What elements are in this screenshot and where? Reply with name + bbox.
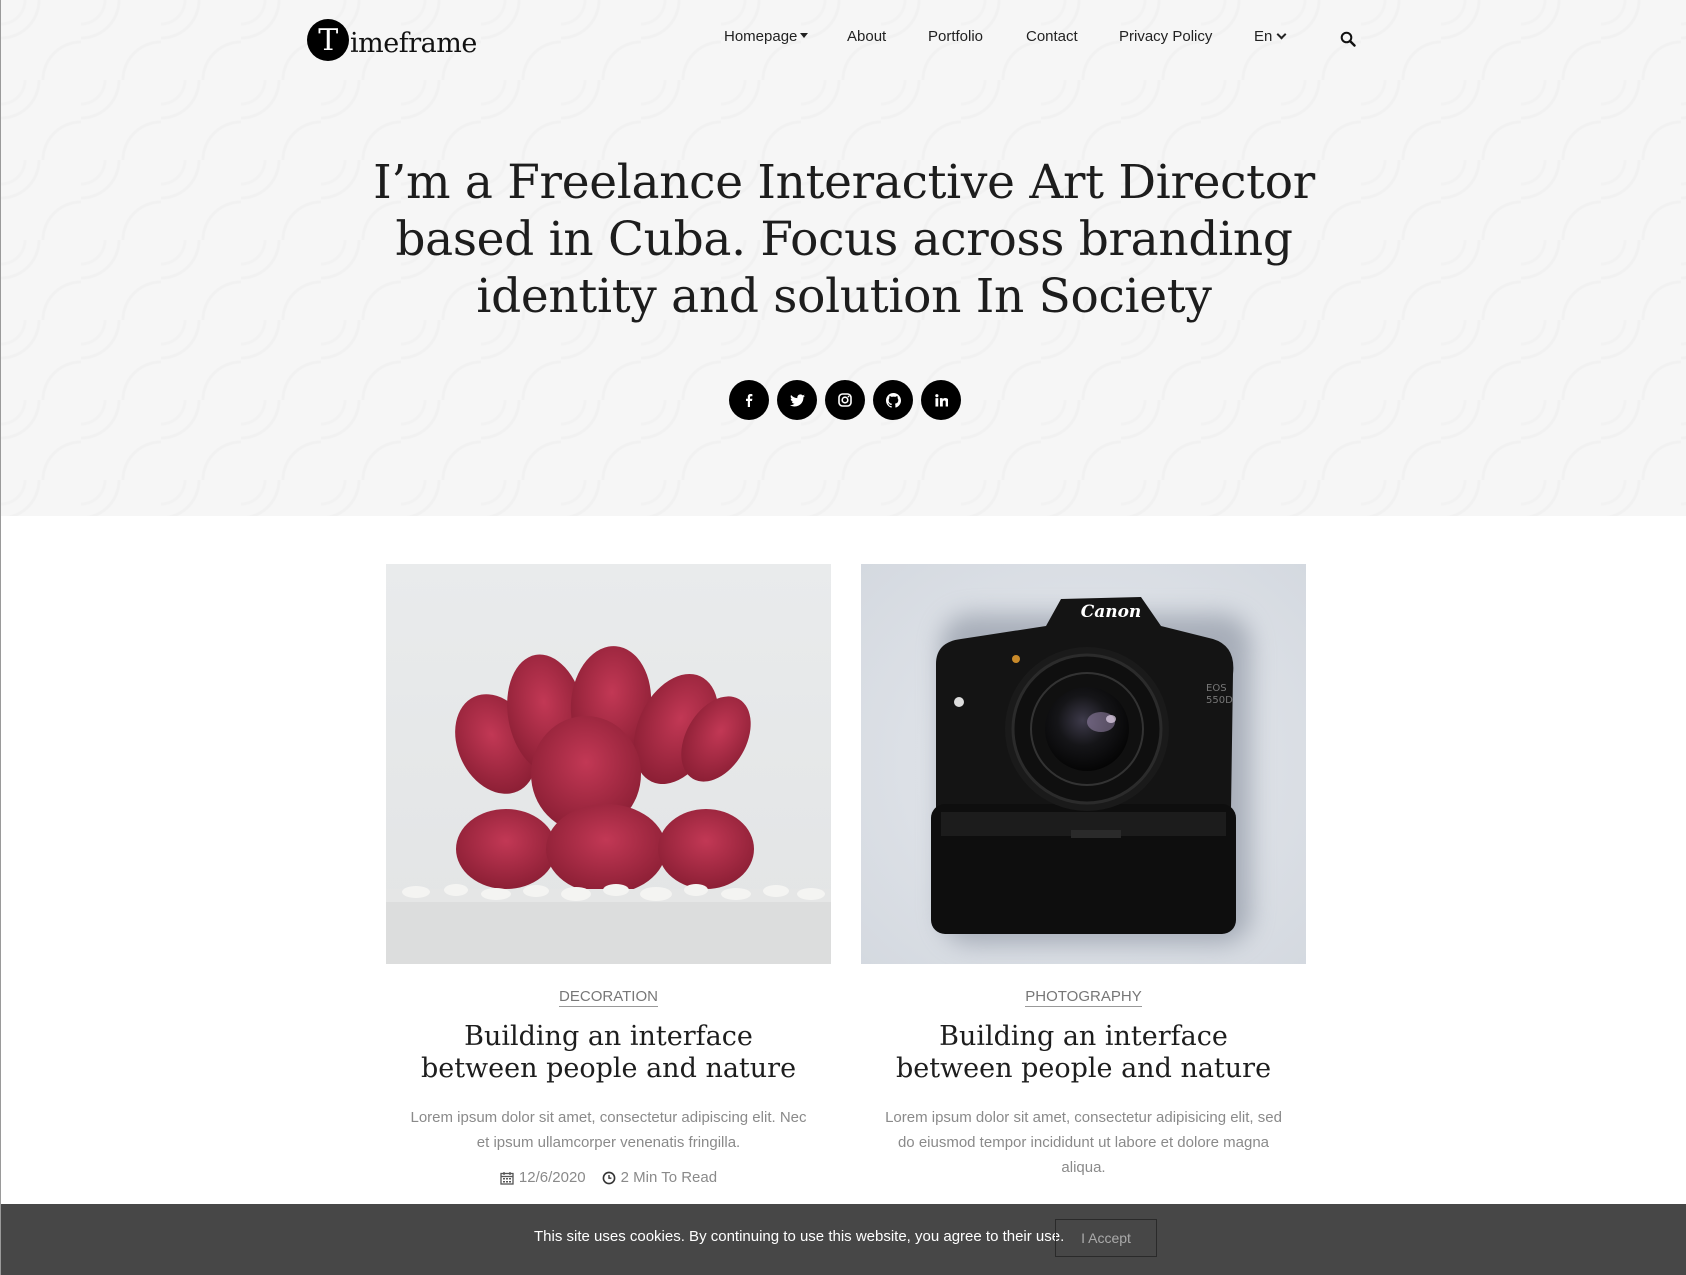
red-cactus-photo[interactable] — [386, 564, 831, 964]
post-title[interactable]: Building an interface between people and… — [386, 1021, 831, 1085]
chevron-down-icon — [1276, 29, 1287, 40]
post-category[interactable]: PHOTOGRAPHY — [1025, 988, 1142, 1007]
linkedin-icon[interactable] — [921, 380, 961, 420]
cookie-banner: This site uses cookies. By continuing to… — [1, 1204, 1686, 1275]
calendar-icon — [500, 1171, 514, 1185]
post-title[interactable]: Building an interface between people and… — [861, 1021, 1306, 1085]
caret-down-icon — [800, 33, 809, 38]
post-date-text: 12/6/2020 — [518, 1169, 586, 1186]
post-date: 12/6/2020 — [500, 1169, 586, 1186]
post-card: DECORATION Building an interface between… — [386, 564, 831, 1186]
clock-icon — [602, 1171, 616, 1184]
post-excerpt: Lorem ipsum dolor sit amet, consectetur … — [885, 1109, 1282, 1176]
search-icon[interactable] — [1340, 31, 1356, 47]
accept-cookies-button[interactable]: I Accept — [1055, 1219, 1157, 1257]
hero-title: I’m a Freelance Interactive Art Director… — [373, 155, 1315, 324]
social-links — [729, 380, 961, 420]
post-category[interactable]: DECORATION — [559, 988, 658, 1007]
nav-about[interactable]: About — [847, 28, 886, 45]
instagram-icon[interactable] — [825, 380, 865, 420]
post-read-time: 2 Min To Read — [602, 1169, 717, 1186]
svg-text:Canon: Canon — [1081, 602, 1142, 622]
main-nav: Homepage About Portfolio Contact Privacy… — [1, 28, 1686, 52]
post-meta: 12/6/2020 2 Min To Read — [386, 1169, 831, 1186]
cookie-message: This site uses cookies. By continuing to… — [534, 1228, 1065, 1245]
facebook-icon[interactable] — [729, 380, 769, 420]
nav-contact[interactable]: Contact — [1026, 28, 1078, 45]
language-label: En — [1254, 28, 1273, 45]
nav-portfolio[interactable]: Portfolio — [928, 28, 983, 45]
post-read-time-text: 2 Min To Read — [620, 1169, 718, 1186]
nav-privacy-policy[interactable]: Privacy Policy — [1119, 28, 1212, 45]
nav-homepage-label: Homepage — [724, 28, 798, 45]
post-excerpt: Lorem ipsum dolor sit amet, consectetur … — [410, 1109, 807, 1151]
svg-text:550D: 550D — [1206, 695, 1233, 706]
nav-homepage[interactable]: Homepage — [724, 28, 809, 45]
twitter-icon[interactable] — [777, 380, 817, 420]
github-icon[interactable] — [873, 380, 913, 420]
svg-text:EOS: EOS — [1206, 683, 1227, 694]
language-selector[interactable]: En — [1254, 28, 1287, 45]
post-card: Canon EOS 550D PHOTOGRAPHY Building an i… — [861, 564, 1306, 1180]
canon-camera-photo[interactable]: Canon EOS 550D — [861, 564, 1306, 964]
